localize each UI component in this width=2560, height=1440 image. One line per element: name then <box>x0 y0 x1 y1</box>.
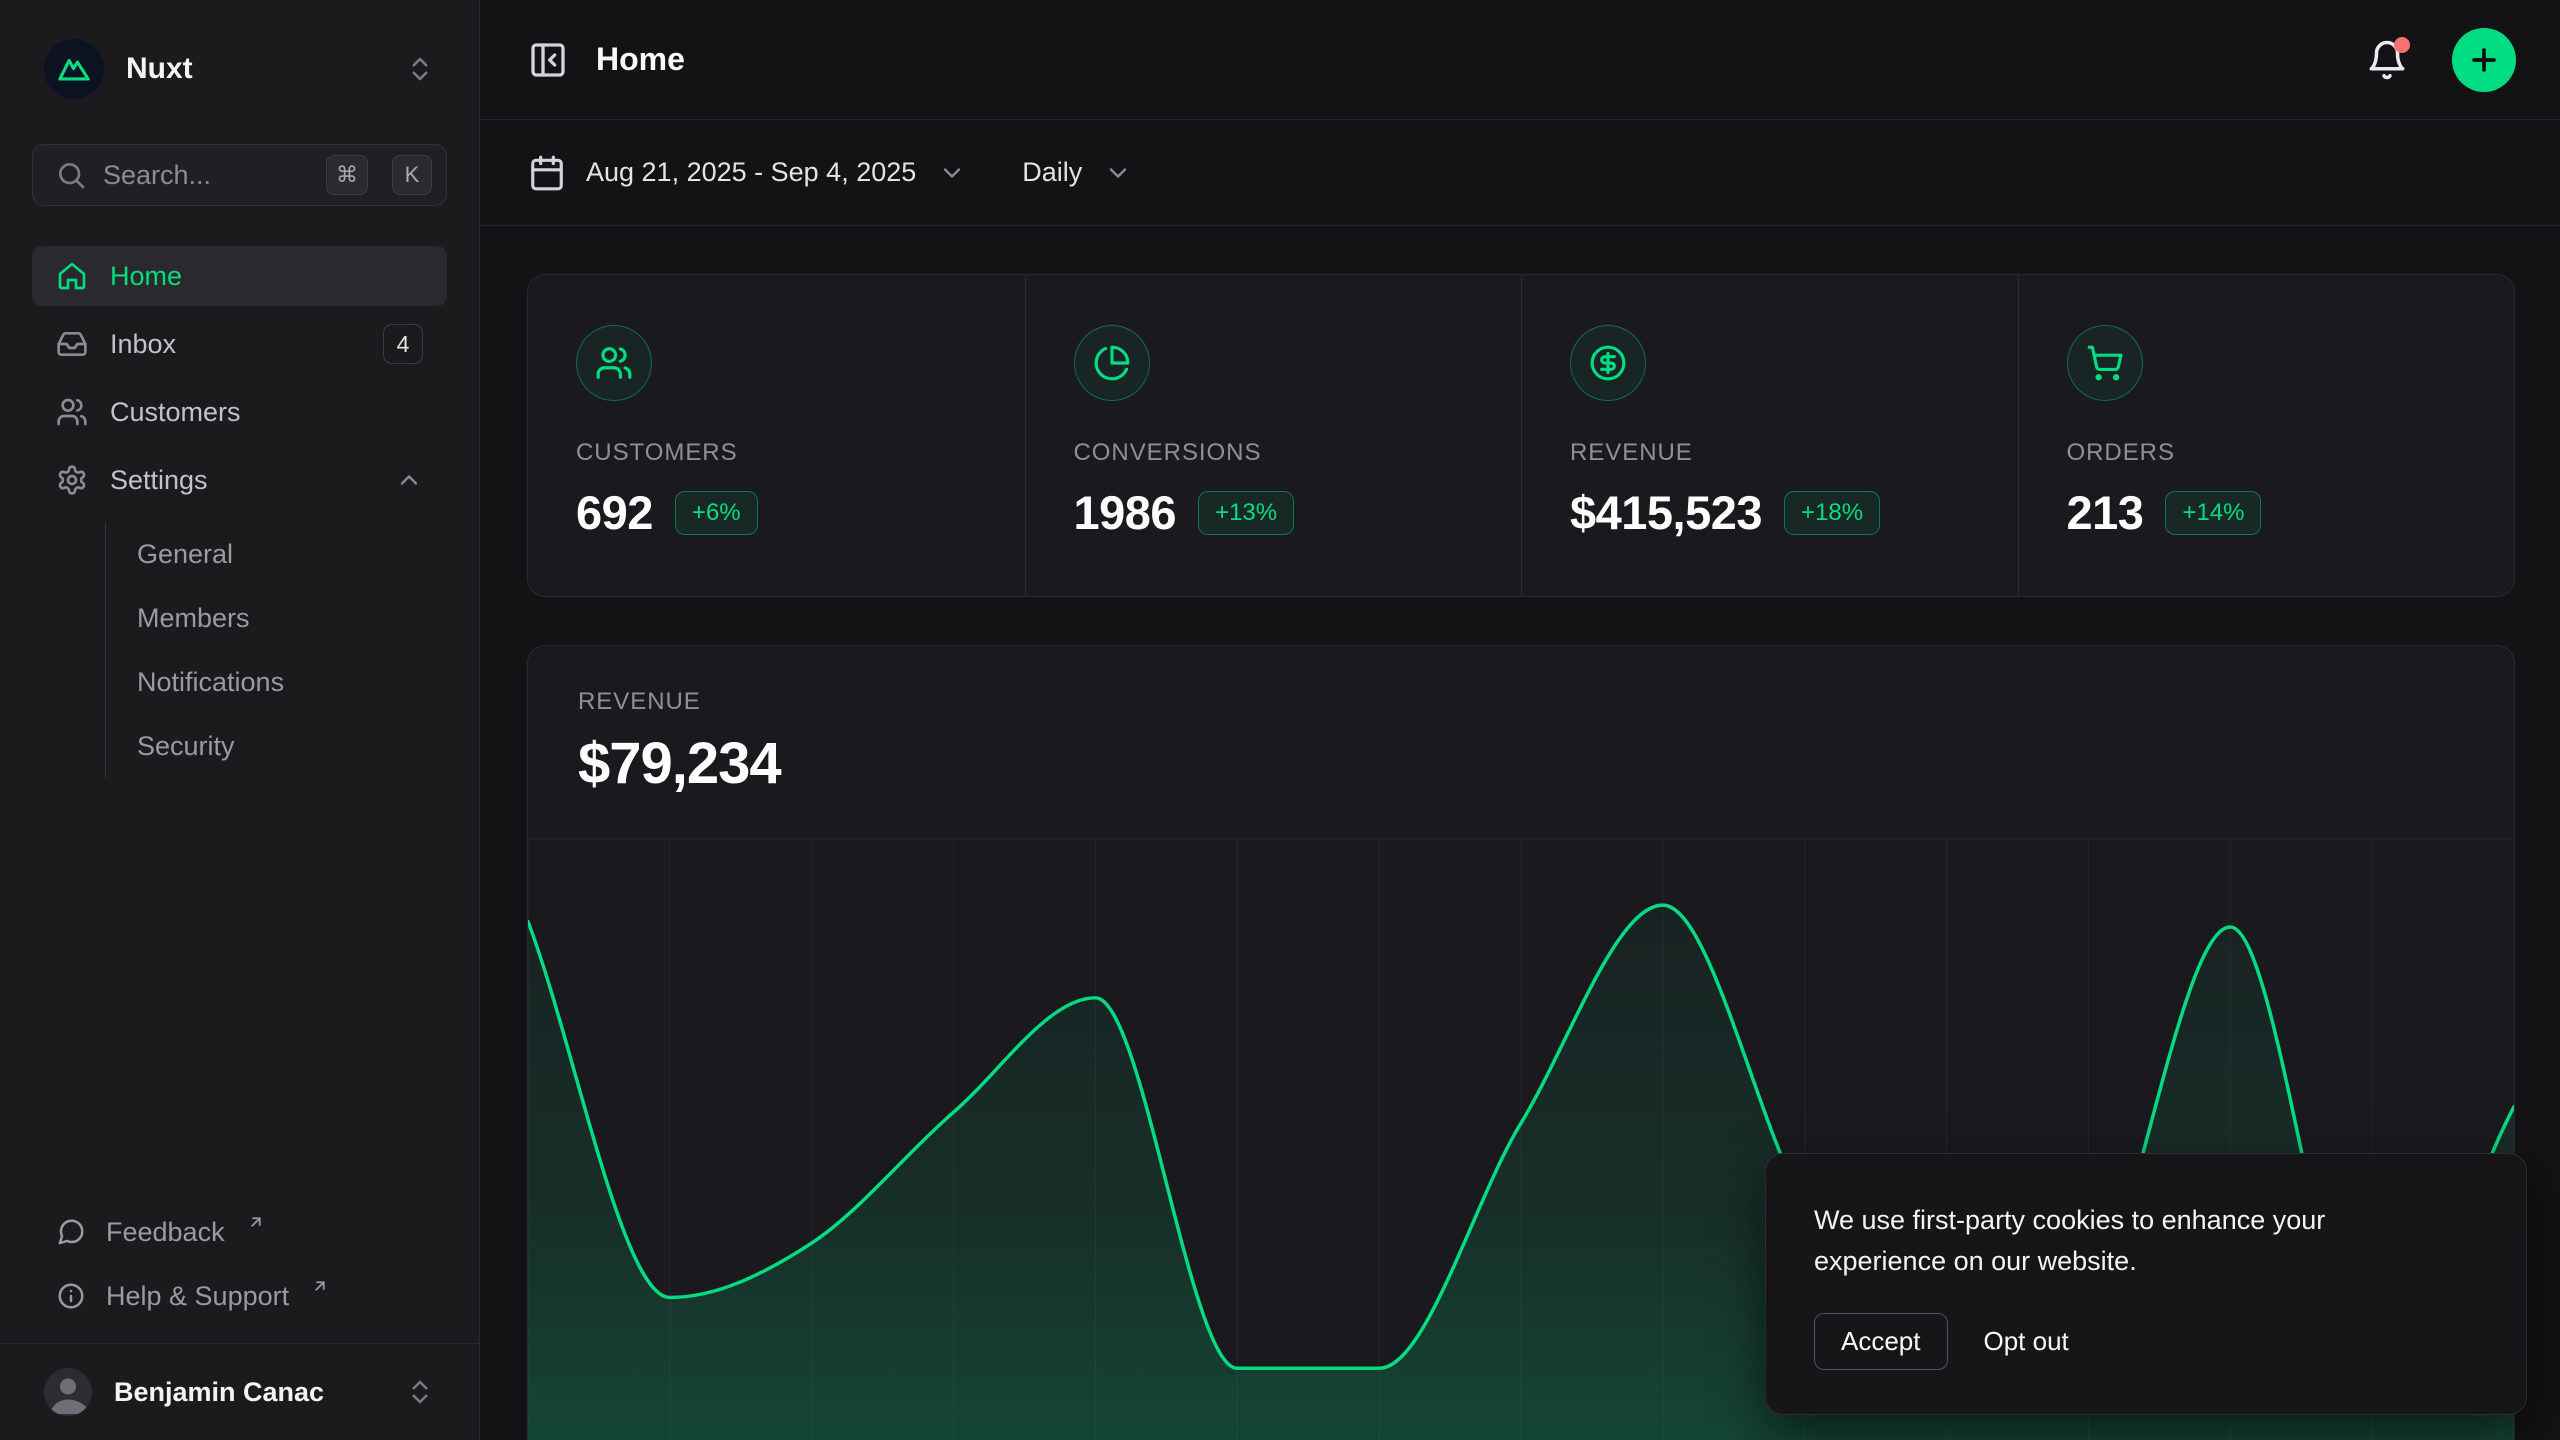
stats-row: CUSTOMERS 692 +6% CONVERSIONS 1986 +13% <box>527 274 2515 597</box>
revenue-chart-label: REVENUE <box>578 688 2458 716</box>
revenue-chart-value: $79,234 <box>578 730 2458 797</box>
stat-orders[interactable]: ORDERS 213 +14% <box>2018 275 2515 596</box>
stat-label: REVENUE <box>1570 439 1970 467</box>
page-header: Home <box>480 0 2560 120</box>
k-kbd: K <box>392 155 432 195</box>
sidebar-collapse-button[interactable] <box>528 40 568 80</box>
cookie-actions: Accept Opt out <box>1814 1313 2478 1370</box>
chevrons-up-down-icon <box>405 54 435 84</box>
add-button[interactable] <box>2452 28 2516 92</box>
chat-bubble-icon <box>56 1217 86 1247</box>
notifications-button[interactable] <box>2366 39 2408 81</box>
home-icon <box>56 260 88 292</box>
user-menu[interactable]: Benjamin Canac <box>32 1344 447 1440</box>
sidebar-item-customers[interactable]: Customers <box>32 382 447 442</box>
sidebar-footer: Feedback Help & Support <box>32 1203 447 1343</box>
stat-delta-badge: +13% <box>1198 491 1294 535</box>
chevron-up-icon <box>395 466 423 494</box>
feedback-label: Feedback <box>106 1217 225 1248</box>
stat-delta-badge: +14% <box>2165 491 2261 535</box>
accept-button[interactable]: Accept <box>1814 1313 1948 1370</box>
search-input[interactable] <box>103 160 310 191</box>
external-link-icon <box>247 1213 265 1231</box>
opt-out-button[interactable]: Opt out <box>1984 1326 2069 1357</box>
plus-icon <box>2467 43 2501 77</box>
granularity-select[interactable]: Daily <box>1022 157 1132 188</box>
settings-subnav: General Members Notifications Security <box>105 522 447 778</box>
sidebar-nav: Home Inbox 4 Customers Settings <box>32 246 447 778</box>
sidebar-item-label: Home <box>110 261 182 292</box>
stat-value: 692 <box>576 485 653 540</box>
stat-label: CONVERSIONS <box>1074 439 1474 467</box>
sidebar-item-general[interactable]: General <box>106 522 447 586</box>
sidebar-item-label: Settings <box>110 465 208 496</box>
inbox-count-badge: 4 <box>383 324 423 364</box>
sidebar-item-inbox[interactable]: Inbox 4 <box>32 314 447 374</box>
date-range-label: Aug 21, 2025 - Sep 4, 2025 <box>586 157 916 188</box>
subnav-label: Members <box>137 603 250 634</box>
inbox-icon <box>56 328 88 360</box>
stat-delta-badge: +6% <box>675 491 758 535</box>
stat-revenue[interactable]: REVENUE $415,523 +18% <box>1521 275 2018 596</box>
info-icon <box>56 1281 86 1311</box>
nuxt-logo <box>44 39 104 99</box>
stat-customers[interactable]: CUSTOMERS 692 +6% <box>528 275 1025 596</box>
granularity-label: Daily <box>1022 157 1082 188</box>
notification-dot <box>2394 37 2410 53</box>
chevron-down-icon <box>1104 159 1132 187</box>
sidebar-item-security[interactable]: Security <box>106 714 447 778</box>
workspace-name: Nuxt <box>126 52 383 86</box>
user-name: Benjamin Canac <box>114 1377 383 1408</box>
filters-toolbar: Aug 21, 2025 - Sep 4, 2025 Daily <box>480 120 2560 226</box>
cookie-message: We use first-party cookies to enhance yo… <box>1814 1200 2444 1281</box>
sidebar-item-label: Inbox <box>110 329 176 360</box>
command-kbd: ⌘ <box>326 155 368 195</box>
sidebar-item-label: Customers <box>110 397 241 428</box>
date-range-button[interactable]: Aug 21, 2025 - Sep 4, 2025 <box>528 154 966 192</box>
sidebar-item-home[interactable]: Home <box>32 246 447 306</box>
stat-label: ORDERS <box>2067 439 2467 467</box>
chevrons-up-down-icon <box>405 1377 435 1407</box>
search-input-wrap[interactable]: ⌘ K <box>32 144 447 206</box>
stat-conversions[interactable]: CONVERSIONS 1986 +13% <box>1025 275 1522 596</box>
cookie-banner: We use first-party cookies to enhance yo… <box>1765 1153 2527 1415</box>
panel-left-close-icon <box>528 40 568 80</box>
gear-icon <box>56 464 88 496</box>
help-support-link[interactable]: Help & Support <box>32 1267 447 1325</box>
sidebar-item-settings[interactable]: Settings <box>32 450 447 510</box>
revenue-chart-header: REVENUE $79,234 <box>528 646 2514 797</box>
sidebar: Nuxt ⌘ K Home Inb <box>0 0 480 1440</box>
calendar-icon <box>528 154 566 192</box>
stat-label: CUSTOMERS <box>576 439 977 467</box>
cart-icon <box>2067 325 2143 401</box>
stat-value: $415,523 <box>1570 485 1762 540</box>
subnav-label: Notifications <box>137 667 284 698</box>
subnav-label: Security <box>137 731 235 762</box>
dashboard-app: Nuxt ⌘ K Home Inb <box>0 0 2560 1440</box>
subnav-label: General <box>137 539 233 570</box>
stat-delta-badge: +18% <box>1784 491 1880 535</box>
sidebar-item-members[interactable]: Members <box>106 586 447 650</box>
external-link-icon <box>311 1277 329 1295</box>
circle-dollar-icon <box>1570 325 1646 401</box>
sidebar-spacer <box>32 778 447 1203</box>
avatar <box>44 1368 92 1416</box>
help-support-label: Help & Support <box>106 1281 289 1312</box>
page-title: Home <box>596 41 2366 78</box>
users-icon <box>56 396 88 428</box>
stat-value: 1986 <box>1074 485 1177 540</box>
user-group-icon <box>576 325 652 401</box>
feedback-link[interactable]: Feedback <box>32 1203 447 1261</box>
chevron-down-icon <box>938 159 966 187</box>
search-icon <box>55 159 87 191</box>
pie-chart-icon <box>1074 325 1150 401</box>
stat-value: 213 <box>2067 485 2144 540</box>
sidebar-item-notifications[interactable]: Notifications <box>106 650 447 714</box>
workspace-switcher[interactable]: Nuxt <box>32 36 447 102</box>
